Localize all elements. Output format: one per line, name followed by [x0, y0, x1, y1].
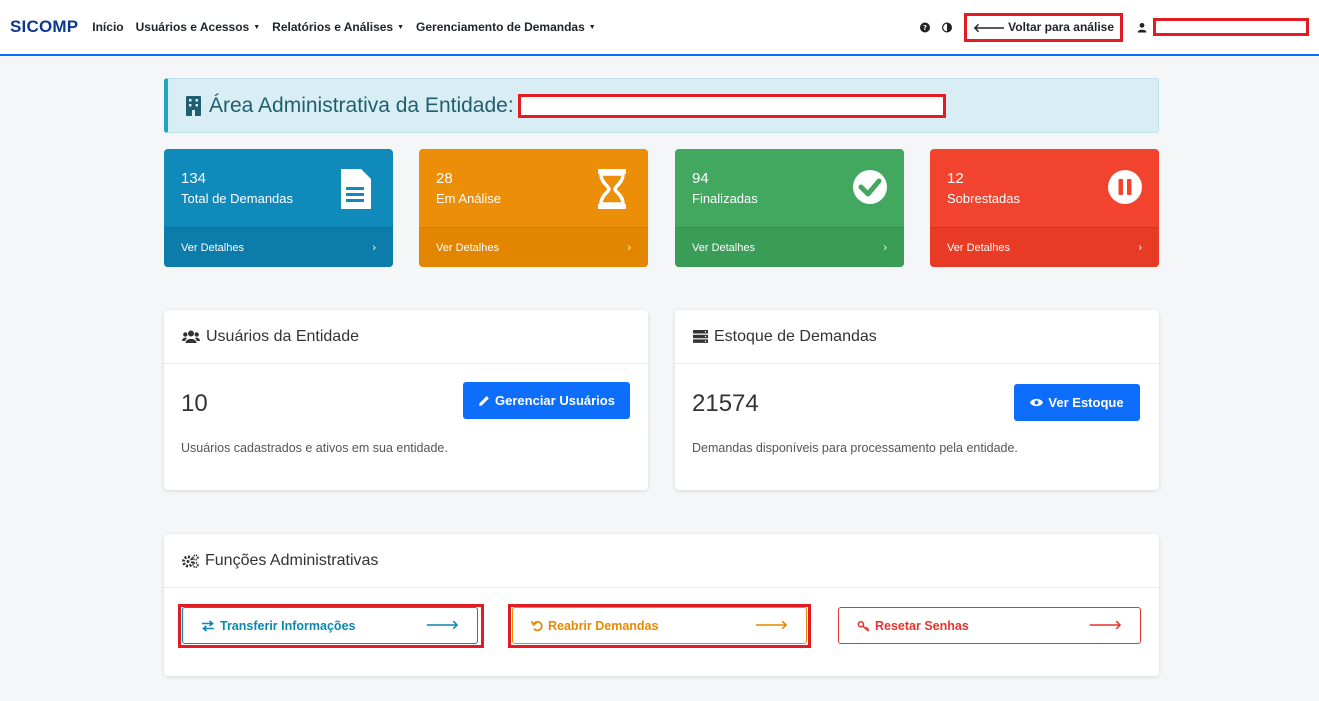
resetar-label: Resetar Senhas: [875, 618, 969, 633]
nav-usuarios-label: Usuários e Acessos: [135, 20, 250, 34]
nav-gerenciamento-demandas[interactable]: Gerenciamento de Demandas ▼: [416, 20, 596, 34]
entity-name-redacted: [517, 93, 946, 118]
top-navbar: SICOMP Início Usuários e Acessos ▼ Relató…: [0, 0, 1319, 56]
caret-down-icon: ▼: [397, 23, 405, 31]
user-icon: [1137, 22, 1147, 32]
stock-panel-title: Estoque de Demandas: [714, 327, 877, 345]
manage-users-button[interactable]: Gerenciar Usuários: [463, 382, 630, 419]
stock-description: Demandas disponíveis para processamento …: [692, 441, 1018, 455]
functions-panel-title: Funções Administrativas: [205, 551, 379, 569]
stat-card-finalizadas: 94 Finalizadas Ver Detalhes ›: [675, 149, 904, 267]
nav-usuarios-acessos[interactable]: Usuários e Acessos ▼: [136, 20, 261, 34]
brand-logo[interactable]: SICOMP: [10, 17, 78, 37]
transferir-informacoes-button[interactable]: Transferir Informações 🡒: [182, 607, 478, 644]
users-icon: [182, 330, 200, 344]
user-menu[interactable]: [1137, 18, 1309, 36]
stat-details-link[interactable]: Ver Detalhes ›: [164, 227, 393, 267]
building-icon: [186, 95, 201, 116]
chevron-right-icon: ›: [1138, 241, 1142, 254]
stock-panel: Estoque de Demandas 21574 Ver Estoque De…: [675, 310, 1159, 490]
contrast-icon[interactable]: [941, 22, 952, 32]
voltar-label: Voltar para análise: [1008, 20, 1114, 34]
check-circle-icon: [853, 170, 887, 204]
stat-card-total: 134 Total de Demandas Ver Detalhes ›: [164, 149, 393, 267]
document-icon: [341, 169, 371, 209]
entity-header: Área Administrativa da Entidade:: [164, 78, 1159, 133]
reabrir-label: Reabrir Demandas: [548, 618, 659, 633]
stat-details-link[interactable]: Ver Detalhes ›: [419, 227, 648, 267]
exchange-icon: [202, 619, 214, 632]
pause-circle-icon: [1108, 170, 1142, 204]
eye-icon: [1030, 398, 1044, 407]
reabrir-demandas-button[interactable]: Reabrir Demandas 🡒: [512, 607, 807, 644]
arrow-right-icon: 🡒: [754, 618, 788, 632]
caret-down-icon: ▼: [588, 23, 596, 31]
nav-inicio[interactable]: Início: [92, 20, 123, 34]
manage-users-label: Gerenciar Usuários: [495, 393, 615, 408]
stat-card-em-analise: 28 Em Análise Ver Detalhes ›: [419, 149, 648, 267]
user-name-redacted: [1153, 18, 1309, 36]
functions-panel: Funções Administrativas: [164, 534, 1159, 676]
resetar-senhas-button[interactable]: Resetar Senhas 🡒: [838, 607, 1141, 644]
users-count: 10: [181, 390, 208, 417]
users-panel-title: Usuários da Entidade: [206, 327, 359, 345]
key-icon: [857, 620, 870, 632]
svg-text:?: ?: [923, 24, 927, 32]
nav-inicio-label: Início: [92, 20, 124, 34]
page-title: Área Administrativa da Entidade:: [186, 93, 946, 118]
chevron-right-icon: ›: [372, 241, 376, 254]
stat-details-link[interactable]: Ver Detalhes ›: [675, 227, 904, 267]
chevron-right-icon: ›: [627, 241, 631, 254]
nav-relatorios-analises[interactable]: Relatórios e Análises ▼: [272, 20, 404, 34]
functions-panel-header: Funções Administrativas: [164, 534, 1159, 588]
help-icon[interactable]: ?: [919, 22, 930, 32]
stat-card-sobrestadas: 12 Sobrestadas Ver Detalhes ›: [930, 149, 1159, 267]
transferir-label: Transferir Informações: [220, 618, 356, 633]
stock-count: 21574: [692, 390, 759, 417]
stat-link-label: Ver Detalhes: [436, 241, 499, 254]
page-title-text: Área Administrativa da Entidade:: [209, 93, 514, 117]
arrow-right-icon: 🡒: [1088, 618, 1122, 632]
undo-icon: [531, 620, 543, 631]
pencil-icon: [479, 395, 489, 406]
users-description: Usuários cadastrados e ativos em sua ent…: [181, 441, 448, 455]
nav-relatorios-label: Relatórios e Análises: [272, 20, 394, 34]
users-panel-header: Usuários da Entidade: [164, 310, 648, 364]
nav-right-group: ? 🡐 Voltar para análise: [919, 12, 1309, 42]
hourglass-icon: [598, 169, 626, 209]
arrow-left-icon: 🡐: [972, 20, 1006, 35]
voltar-analise-button[interactable]: 🡐 Voltar para análise: [963, 12, 1123, 42]
arrow-right-icon: 🡒: [425, 618, 459, 632]
view-stock-label: Ver Estoque: [1048, 395, 1124, 410]
chevron-right-icon: ›: [883, 241, 887, 254]
users-panel: Usuários da Entidade 10 Gerenciar Usuári…: [164, 310, 648, 490]
stat-details-link[interactable]: Ver Detalhes ›: [930, 227, 1159, 267]
stat-link-label: Ver Detalhes: [692, 241, 755, 254]
view-stock-button[interactable]: Ver Estoque: [1014, 384, 1140, 421]
stat-link-label: Ver Detalhes: [181, 241, 244, 254]
stat-link-label: Ver Detalhes: [947, 241, 1010, 254]
stock-panel-header: Estoque de Demandas: [675, 310, 1159, 364]
nav-gerenciamento-label: Gerenciamento de Demandas: [416, 20, 585, 34]
server-icon: [693, 330, 708, 343]
caret-down-icon: ▼: [253, 23, 261, 31]
cogs-icon: [182, 553, 199, 568]
